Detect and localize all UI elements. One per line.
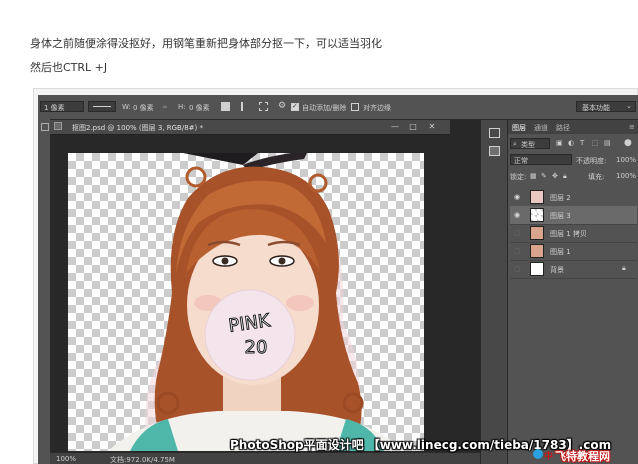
layer-name: 图层 1 拷贝 bbox=[550, 230, 587, 238]
filter-kind-label: 类型 bbox=[521, 141, 535, 149]
logo-bubble-icon bbox=[533, 449, 543, 459]
layer-lock-icon: 🔒︎ bbox=[622, 264, 626, 272]
properties-icon[interactable] bbox=[489, 146, 500, 156]
auto-add-delete-checkbox[interactable]: ✓ bbox=[291, 102, 299, 111]
tab-channels[interactable]: 通道 bbox=[534, 123, 548, 133]
stroke-type-dropdown[interactable] bbox=[88, 101, 116, 112]
path-operations-icon[interactable] bbox=[221, 102, 230, 111]
w-label: W: bbox=[122, 103, 131, 111]
visibility-off-icon[interactable]: ▢ bbox=[514, 229, 521, 237]
layer-thumbnail bbox=[530, 226, 544, 240]
visibility-eye-icon[interactable]: ◉ bbox=[514, 211, 520, 219]
blend-mode-label: 正常 bbox=[514, 157, 528, 165]
fill-label: 填充: bbox=[588, 173, 605, 181]
layer-name: 图层 2 bbox=[550, 194, 571, 202]
doc-size: 文档:972.0K/4.75M bbox=[110, 456, 175, 464]
minimize-icon[interactable]: — bbox=[390, 122, 400, 132]
filter-pixel-icon[interactable]: ▣ bbox=[556, 139, 563, 147]
site-logo: 中 飞特教程网 bbox=[533, 447, 638, 464]
tab-paths[interactable]: 路径 bbox=[556, 123, 570, 133]
workspace-label: 基本功能 bbox=[582, 104, 610, 112]
layer-row[interactable]: ▢ 背景 🔒︎ bbox=[510, 260, 637, 279]
toolbar-collapse-icon[interactable] bbox=[41, 123, 49, 131]
checkmark-icon: ✓ bbox=[292, 102, 298, 110]
layer-row-selected[interactable]: ◉ 图层 3 bbox=[510, 206, 637, 225]
fill-value[interactable]: 100% bbox=[616, 172, 636, 180]
collapsed-panels-strip bbox=[480, 120, 507, 464]
logo-text: 飞特教程网 bbox=[555, 450, 610, 463]
layer-thumbnail bbox=[530, 208, 544, 222]
blend-row: 正常 不透明度: 100% bbox=[510, 154, 637, 166]
logo-prefix: 中 bbox=[544, 452, 554, 462]
lock-row: 锁定: ▦ ✎ ✥ 🔒︎ 填充: 100% bbox=[510, 170, 637, 182]
layer-filter-row: ⌕ 类型 ▣ ◐ T ⬚ ▤ ● bbox=[510, 138, 637, 150]
feather-field[interactable]: 1 像素 bbox=[40, 101, 84, 112]
lock-move-icon[interactable]: ✥ bbox=[552, 172, 558, 180]
blend-mode-dropdown[interactable]: 正常 bbox=[510, 154, 572, 165]
gear-icon[interactable]: ⚙ bbox=[278, 101, 286, 111]
filter-smart-icon[interactable]: ▤ bbox=[604, 139, 611, 147]
panel-tabs: 图层 通道 路径 ≡ bbox=[508, 120, 638, 134]
tab-layers[interactable]: 图层 bbox=[512, 123, 526, 133]
opacity-value[interactable]: 100% bbox=[616, 156, 636, 164]
cutout-portrait: PINK 20 bbox=[108, 153, 404, 451]
layer-thumbnail bbox=[530, 262, 544, 276]
layer-name: 背景 bbox=[550, 266, 564, 274]
history-icon[interactable] bbox=[489, 128, 500, 138]
lock-all-icon[interactable]: 🔒︎ bbox=[563, 172, 567, 181]
layer-thumbnail bbox=[530, 190, 544, 204]
visibility-eye-icon[interactable]: ◉ bbox=[514, 193, 520, 201]
layer-name: 图层 1 bbox=[550, 248, 571, 256]
status-bar: 100% 文档:972.0K/4.75M bbox=[50, 452, 480, 464]
layer-name: 图层 3 bbox=[550, 212, 571, 220]
close-icon[interactable]: ✕ bbox=[427, 122, 437, 132]
options-bar: 1 像素 W: 0 像素 ∞ H: 0 像素 ⚙ ✓ 自动添加/删除 对齐边缘 … bbox=[38, 95, 638, 120]
photoshop-window: 1 像素 W: 0 像素 ∞ H: 0 像素 ⚙ ✓ 自动添加/删除 对齐边缘 … bbox=[38, 95, 638, 464]
ps-doc-icon bbox=[54, 122, 62, 130]
layer-thumbnail bbox=[530, 244, 544, 258]
feather-value: 1 像素 bbox=[44, 104, 65, 112]
h-label: H: bbox=[178, 103, 186, 111]
chevron-down-icon: ⌄ bbox=[626, 102, 632, 110]
align-edges-checkbox[interactable] bbox=[351, 103, 359, 111]
filter-kind-dropdown[interactable]: ⌕ 类型 bbox=[510, 138, 550, 149]
path-alignment-icon[interactable] bbox=[241, 102, 250, 111]
filter-adjustment-icon[interactable]: ◐ bbox=[568, 139, 574, 147]
filter-shape-icon[interactable]: ⬚ bbox=[592, 139, 599, 147]
h-value[interactable]: 0 像素 bbox=[189, 103, 210, 113]
document-title: 抠图2.psd @ 100% (图层 3, RGB/8#) * bbox=[72, 124, 203, 132]
stroke-line-icon bbox=[93, 106, 111, 107]
visibility-off-icon[interactable]: ▢ bbox=[514, 265, 521, 273]
bubble-text-number: 20 bbox=[245, 337, 268, 358]
search-icon: ⌕ bbox=[513, 140, 517, 148]
visibility-off-icon[interactable]: ▢ bbox=[514, 247, 521, 255]
image-canvas[interactable]: PINK 20 bbox=[68, 153, 424, 451]
document-tab[interactable]: 抠图2.psd @ 100% (图层 3, RGB/8#) * — □ ✕ bbox=[50, 120, 450, 135]
filter-toggle-icon[interactable]: ● bbox=[624, 138, 632, 148]
layer-row[interactable]: ◉ 图层 2 bbox=[510, 188, 637, 207]
lock-label: 锁定: bbox=[510, 173, 527, 181]
lock-pixels-icon[interactable]: ▦ bbox=[530, 172, 537, 180]
article-line-1: 身体之前随便涂得没抠好，用钢笔重新把身体部分抠一下，可以适当羽化 bbox=[30, 37, 382, 50]
path-arrangement-icon[interactable] bbox=[259, 102, 268, 111]
w-value[interactable]: 0 像素 bbox=[133, 103, 154, 113]
opacity-label: 不透明度: bbox=[576, 157, 607, 165]
link-icon[interactable]: ∞ bbox=[162, 103, 168, 111]
workspace-dropdown[interactable]: 基本功能 ⌄ bbox=[576, 101, 636, 112]
maximize-icon[interactable]: □ bbox=[408, 122, 418, 132]
panel-menu-icon[interactable]: ≡ bbox=[629, 123, 635, 131]
align-edges-label: 对齐边缘 bbox=[363, 104, 391, 112]
layer-row[interactable]: ▢ 图层 1 bbox=[510, 242, 637, 261]
layers-panel: 图层 通道 路径 ≡ ⌕ 类型 ▣ ◐ T ⬚ ▤ ● 正常 不透明度: 100… bbox=[507, 120, 638, 464]
zoom-level[interactable]: 100% bbox=[56, 455, 76, 463]
filter-type-icon[interactable]: T bbox=[580, 139, 584, 147]
layer-row[interactable]: ▢ 图层 1 拷贝 bbox=[510, 224, 637, 243]
document-window: 抠图2.psd @ 100% (图层 3, RGB/8#) * — □ ✕ PI… bbox=[50, 120, 480, 464]
article-line-2: 然后也CTRL +J bbox=[30, 61, 108, 74]
auto-add-delete-label: 自动添加/删除 bbox=[302, 104, 347, 112]
lock-paint-icon[interactable]: ✎ bbox=[541, 172, 547, 180]
